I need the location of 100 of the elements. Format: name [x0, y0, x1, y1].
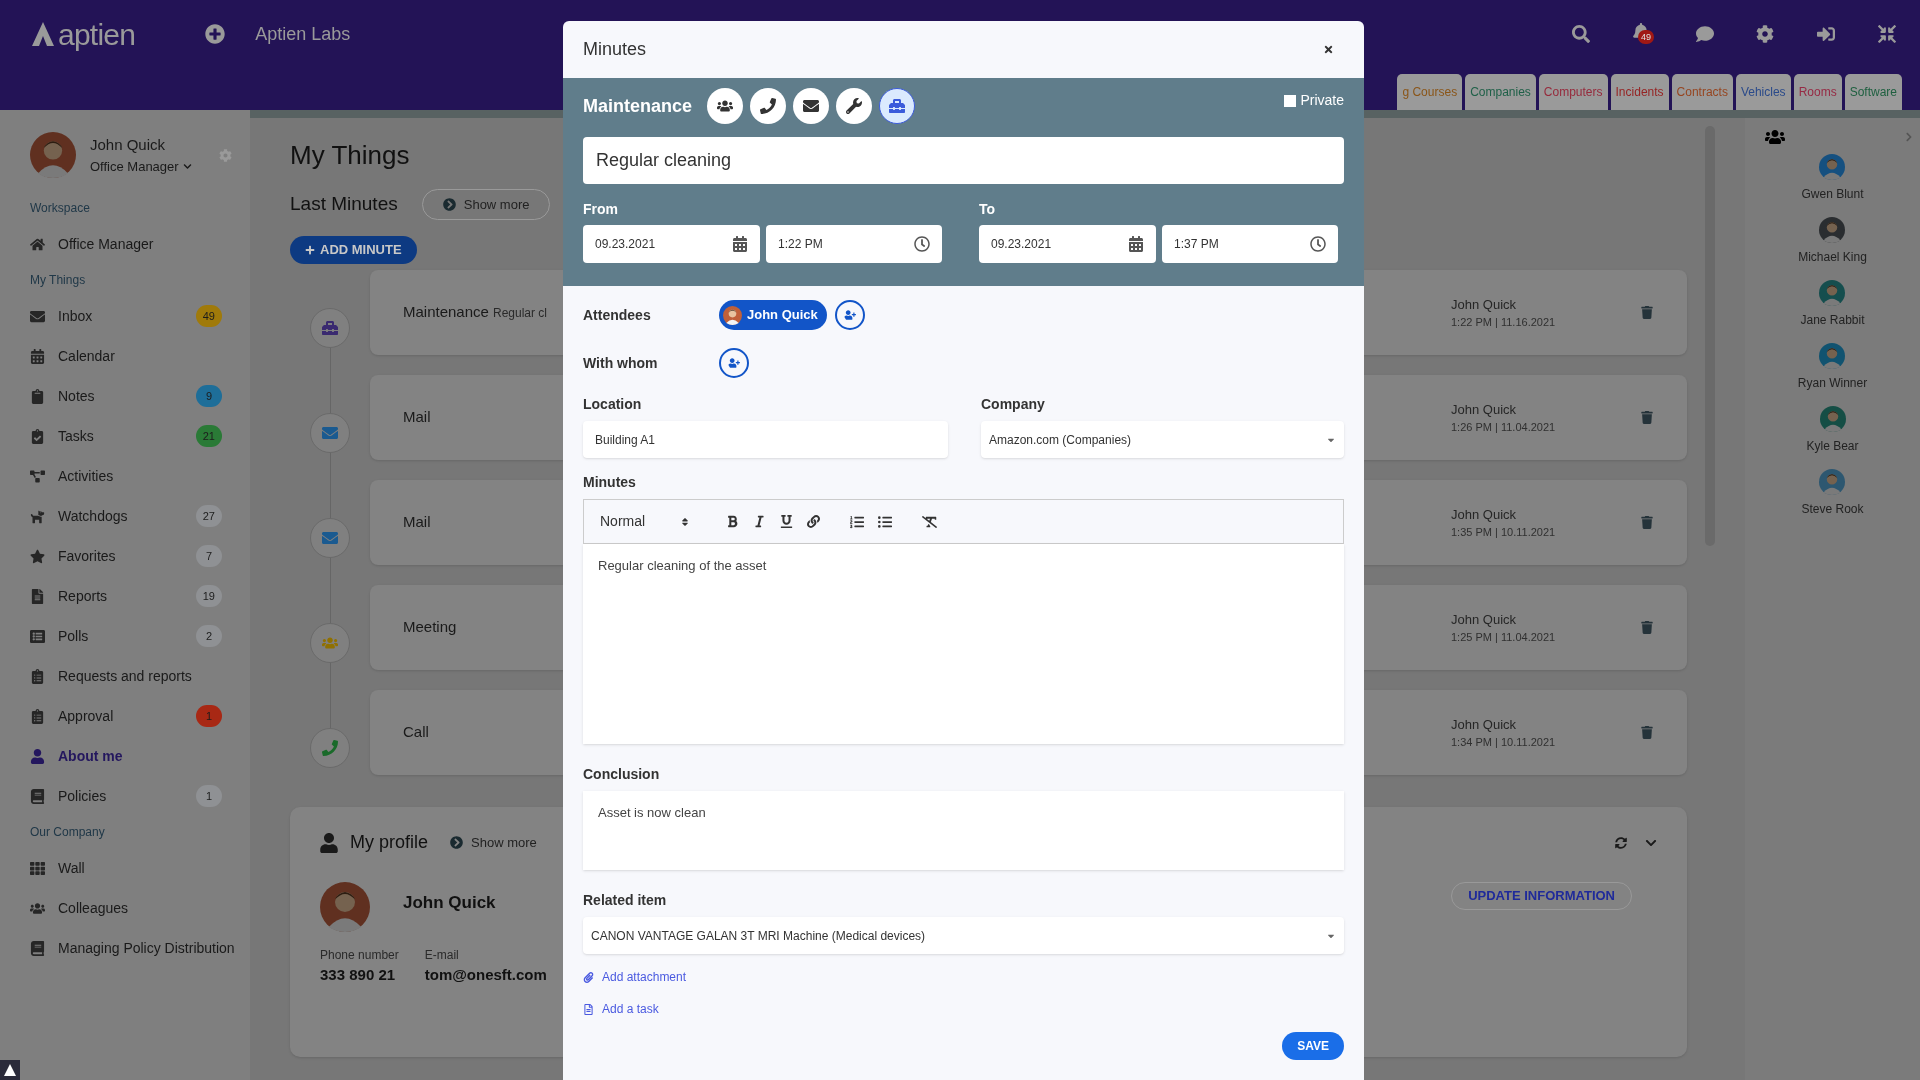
sidebar-item[interactable]: Managing Policy Distribution	[0, 928, 250, 968]
notifications-button[interactable]: 49	[1632, 23, 1654, 45]
field-label: Minutes	[583, 473, 637, 492]
sort-icon	[680, 516, 690, 527]
type-button[interactable]	[793, 88, 830, 124]
toolbox-icon	[889, 98, 906, 114]
sidebar-item[interactable]: Policies 1	[0, 776, 250, 816]
time-field[interactable]: 1:22 PM	[766, 225, 942, 263]
clipboard-check-icon	[30, 428, 45, 444]
count-badge: 27	[195, 505, 222, 527]
save-button[interactable]: SAVE	[1282, 1032, 1344, 1060]
private-checkbox[interactable]: Private	[1284, 90, 1344, 111]
sidebar-item[interactable]: About me	[0, 736, 250, 776]
house-icon	[30, 236, 45, 252]
bold-icon[interactable]	[726, 515, 739, 528]
module-tab[interactable]: Companies	[1465, 74, 1536, 110]
colleague-name[interactable]: Ryan Winner	[1797, 374, 1868, 392]
delete-icon[interactable]	[1641, 306, 1653, 319]
clear-format-icon[interactable]	[922, 514, 937, 529]
sidebar-item[interactable]: Office Manager	[0, 224, 250, 264]
type-title: Maintenance	[583, 94, 693, 118]
module-tab[interactable]: Vehicles	[1735, 74, 1791, 110]
sidebar-item[interactable]: Colleagues	[0, 888, 250, 928]
field-value: 333 890 21	[320, 965, 397, 985]
italic-icon[interactable]	[753, 515, 766, 528]
colleague-name[interactable]: Gwen Blunt	[1801, 185, 1864, 203]
location-field[interactable]: Building A1	[583, 421, 948, 458]
add-minute-button[interactable]: ADD MINUTE	[290, 236, 417, 264]
colleague-name[interactable]: Jane Rabbit	[1800, 311, 1865, 329]
refresh-icon[interactable]	[1615, 836, 1627, 849]
date-field[interactable]: 09.23.2021	[583, 225, 760, 263]
minutes-editor[interactable]: Regular cleaning of the asset	[583, 544, 1344, 744]
document-icon	[30, 588, 45, 604]
sidebar-item[interactable]: Watchdogs 27	[0, 496, 250, 536]
module-tab[interactable]: Contracts	[1671, 74, 1733, 110]
type-button[interactable]	[750, 88, 787, 124]
module-tab[interactable]: Rooms	[1793, 74, 1842, 110]
add-person-button[interactable]	[719, 348, 749, 378]
range-label: To	[979, 200, 997, 219]
module-tab[interactable]: Incidents	[1610, 74, 1669, 110]
sidebar-item[interactable]: Approval 1	[0, 696, 250, 736]
type-button[interactable]	[836, 88, 873, 124]
module-tab[interactable]: g Courses	[1397, 74, 1463, 110]
close-icon[interactable]	[1323, 44, 1334, 55]
add-icon[interactable]	[205, 24, 226, 44]
time-field[interactable]: 1:37 PM	[1162, 225, 1338, 263]
plus-icon	[305, 245, 315, 255]
colleague-name[interactable]: Steve Rook	[1801, 500, 1864, 518]
people-icon	[322, 635, 338, 651]
numbered-list-icon[interactable]	[850, 514, 864, 529]
add-person-button[interactable]	[834, 300, 865, 330]
sidebar-item[interactable]: Polls 2	[0, 616, 250, 656]
date-field[interactable]: 09.23.2021	[979, 225, 1156, 263]
section-title: Last Minutes	[290, 192, 398, 217]
search-icon[interactable]	[1572, 25, 1590, 43]
company-select[interactable]: Amazon.com (Companies)	[981, 421, 1344, 458]
logo-icon	[30, 20, 56, 48]
attendee-chip[interactable]: John Quick	[719, 300, 827, 330]
role-dropdown[interactable]: Office Manager	[90, 156, 205, 176]
minute-title: Maintenance	[403, 302, 490, 323]
field-label: Related item	[583, 891, 668, 910]
conclusion-field[interactable]: Asset is now clean	[583, 791, 1344, 870]
sidebar-item[interactable]: Notes 9	[0, 376, 250, 416]
organization-name[interactable]: Aptien Labs	[255, 20, 351, 48]
show-more-link[interactable]: Show more	[450, 832, 537, 853]
sidebar-item[interactable]: Reports 19	[0, 576, 250, 616]
link-icon[interactable]	[807, 515, 820, 528]
type-button[interactable]	[707, 88, 744, 124]
delete-icon[interactable]	[1641, 726, 1653, 739]
colleague-avatar	[1819, 280, 1846, 306]
delete-icon[interactable]	[1641, 621, 1653, 634]
sidebar-item[interactable]: Tasks 21	[0, 416, 250, 456]
sidebar-item[interactable]: Wall	[0, 848, 250, 888]
bullet-list-icon[interactable]	[878, 514, 892, 529]
colleague-name[interactable]: Kyle Bear	[1806, 437, 1859, 455]
sign-out-icon[interactable]	[1816, 25, 1836, 43]
chat-icon[interactable]	[1696, 25, 1714, 43]
page-title: My Things	[290, 139, 410, 172]
colleague-name[interactable]: Michael King	[1798, 248, 1867, 266]
delete-icon[interactable]	[1641, 411, 1653, 424]
dialog-title: Minutes	[583, 38, 647, 61]
subject-field[interactable]: Regular cleaning	[583, 137, 1344, 184]
settings-icon[interactable]	[1756, 25, 1774, 43]
delete-icon[interactable]	[1641, 516, 1653, 529]
sidebar-item[interactable]: Requests and reports	[0, 656, 250, 696]
module-tab[interactable]: Computers	[1538, 74, 1608, 110]
action-link[interactable]: Add attachment	[602, 968, 687, 986]
compress-icon[interactable]	[1878, 25, 1896, 43]
logo-icon[interactable]	[0, 1060, 20, 1080]
sidebar-item[interactable]: Inbox 49	[0, 296, 250, 336]
action-link[interactable]: Add a task	[602, 1000, 659, 1018]
author-name: John Quick	[1451, 505, 1518, 524]
underline-icon[interactable]	[780, 515, 793, 528]
people-icon[interactable]	[1765, 128, 1785, 146]
sidebar-item[interactable]: Favorites 7	[0, 536, 250, 576]
format-select[interactable]: Normal	[600, 511, 690, 532]
module-tab[interactable]: Software	[1844, 74, 1902, 110]
sidebar-item[interactable]: Calendar	[0, 336, 250, 376]
sidebar-item[interactable]: Activities	[0, 456, 250, 496]
related-item-select[interactable]: CANON VANTAGE GALAN 3T MRI Machine (Medical devices)	[583, 917, 1344, 954]
